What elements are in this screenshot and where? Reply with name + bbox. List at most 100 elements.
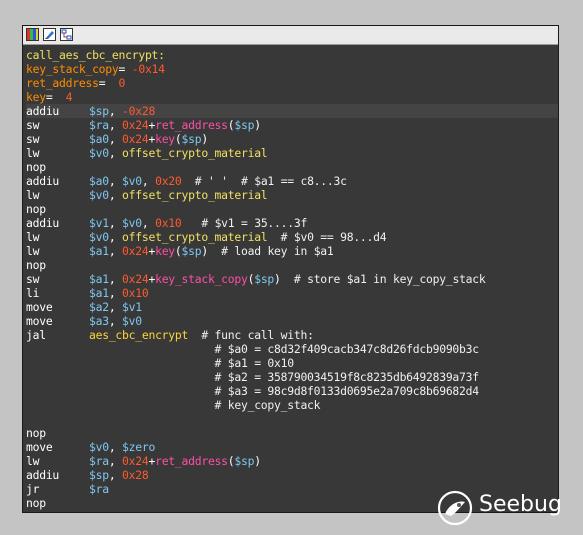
code-line[interactable]: addiu $v1, $v0, 0x10 # $v1 = 35....3f bbox=[26, 216, 558, 230]
code-line[interactable]: # key_copy_stack bbox=[26, 398, 558, 412]
code-line[interactable]: lw $v0, offset_crypto_material bbox=[26, 188, 558, 202]
code-line[interactable]: lw $ra, 0x24+ret_address($sp) bbox=[26, 454, 558, 468]
seebug-watermark: Seebug bbox=[437, 490, 567, 528]
code-line-operands: $a1, 0x24+key_stack_copy($sp) # store $a… bbox=[89, 272, 486, 286]
code-line[interactable]: key_stack_copy= -0x14 bbox=[26, 62, 558, 76]
code-token: offset_crypto_material bbox=[122, 146, 268, 160]
code-line-mnemonic: jal bbox=[26, 328, 46, 342]
code-token: 0x24 bbox=[122, 244, 149, 258]
code-line[interactable]: sw $ra, 0x24+ret_address($sp) bbox=[26, 118, 558, 132]
code-line-operands: # key_copy_stack bbox=[89, 398, 321, 412]
code-token: , bbox=[108, 286, 123, 300]
code-line-operands: $sp, 0x28 bbox=[89, 468, 149, 482]
code-token: key bbox=[155, 244, 175, 258]
code-token: addiu bbox=[26, 104, 60, 118]
code-line[interactable]: move $a3, $v0 bbox=[26, 314, 558, 328]
code-line-operands: $a0, 0x24+key($sp) bbox=[89, 132, 208, 146]
code-line-operands: $sp, -0x28 bbox=[89, 104, 155, 118]
code-line[interactable]: addiu $sp, 0x28 bbox=[26, 468, 558, 482]
code-token: $a0 bbox=[89, 132, 109, 146]
code-line-operands: # $a2 = 358790034519f8c8235db6492839a73f bbox=[89, 370, 480, 384]
code-line[interactable]: lw $v0, offset_crypto_material # $v0 == 9… bbox=[26, 230, 558, 244]
disassembly-window: call_aes_cbc_encrypt: key_stack_copy= -0x… bbox=[22, 25, 559, 513]
code-line[interactable]: lw $a1, 0x24+key($sp) # load key in $a1 bbox=[26, 244, 558, 258]
code-token: $v0 bbox=[89, 230, 109, 244]
code-line[interactable]: nop bbox=[26, 160, 558, 174]
code-token: $sp bbox=[89, 468, 109, 482]
palette-icon[interactable] bbox=[26, 28, 39, 41]
code-token: ) bbox=[254, 118, 261, 132]
code-token: # $a1 = 0x10 bbox=[89, 356, 295, 370]
code-token: # ' ' # $a1 == c8...3c bbox=[181, 174, 347, 188]
code-token: = bbox=[98, 76, 112, 90]
code-token: $v0 bbox=[122, 314, 142, 328]
code-line-operands: $v0, offset_crypto_material # $v0 == 98.… bbox=[89, 230, 387, 244]
code-line[interactable]: sw $a0, 0x24+key($sp) bbox=[26, 132, 558, 146]
code-line-mnemonic: key= 4 bbox=[26, 90, 73, 104]
disassembly-listing[interactable]: call_aes_cbc_encrypt: key_stack_copy= -0x… bbox=[26, 48, 558, 512]
code-line-mnemonic: # End of function call_aes_cbc_encrypt bbox=[26, 510, 284, 512]
code-line-mnemonic: nop bbox=[26, 202, 46, 216]
code-token: lw bbox=[26, 454, 40, 468]
code-line[interactable]: call_aes_cbc_encrypt: bbox=[26, 48, 558, 62]
code-line[interactable]: ret_address= 0 bbox=[26, 76, 558, 90]
code-token: , bbox=[108, 314, 123, 328]
code-line[interactable]: # $a2 = 358790034519f8c8235db6492839a73f bbox=[26, 370, 558, 384]
code-line-mnemonic: nop bbox=[26, 258, 46, 272]
code-token: li bbox=[26, 286, 40, 300]
code-token: ret_address bbox=[155, 454, 228, 468]
code-token: $sp bbox=[89, 104, 109, 118]
edit-pencil-icon[interactable] bbox=[43, 28, 56, 41]
code-line-operands: # $a1 = 0x10 bbox=[89, 356, 295, 370]
seebug-logo-icon bbox=[437, 490, 473, 526]
code-token: ) bbox=[274, 272, 281, 286]
code-line-operands: $v0, offset_crypto_material bbox=[89, 146, 268, 160]
code-line-operands: $a3, $v0 bbox=[89, 314, 142, 328]
code-token: 4 bbox=[59, 90, 73, 104]
code-token: # func call with: bbox=[188, 328, 314, 342]
code-line[interactable]: nop bbox=[26, 258, 558, 272]
code-token: ret_address bbox=[155, 118, 228, 132]
code-token: 0x10 bbox=[122, 286, 149, 300]
code-line-mnemonic: move bbox=[26, 314, 53, 328]
code-token: sw bbox=[26, 132, 40, 146]
code-line[interactable]: jal aes_cbc_encrypt # func call with: bbox=[26, 328, 558, 342]
code-line-operands: $v1, $v0, 0x10 # $v1 = 35....3f bbox=[89, 216, 307, 230]
code-line[interactable]: nop bbox=[26, 426, 558, 440]
code-token: nop bbox=[26, 202, 46, 216]
graph-view-icon[interactable] bbox=[60, 28, 73, 41]
code-token: , bbox=[108, 216, 123, 230]
code-token: jal bbox=[26, 328, 46, 342]
code-token: nop bbox=[26, 258, 46, 272]
code-token: -0x14 bbox=[131, 62, 165, 76]
code-line[interactable]: lw $v0, offset_crypto_material bbox=[26, 146, 558, 160]
code-line[interactable]: addiu $a0, $v0, 0x20 # ' ' # $a1 == c8...… bbox=[26, 174, 558, 188]
code-line[interactable]: sw $a1, 0x24+key_stack_copy($sp) # store … bbox=[26, 272, 558, 286]
code-line-operands: $a1, 0x24+key($sp) # load key in $a1 bbox=[89, 244, 334, 258]
code-token: $a3 bbox=[89, 314, 109, 328]
code-token: , bbox=[108, 174, 123, 188]
code-token: addiu bbox=[26, 174, 60, 188]
code-line-mnemonic: jr bbox=[26, 482, 39, 496]
code-line[interactable]: move $a2, $v1 bbox=[26, 300, 558, 314]
code-token: # $a2 = 358790034519f8c8235db6492839a73f bbox=[89, 370, 480, 384]
code-line-operands: aes_cbc_encrypt # func call with: bbox=[89, 328, 314, 342]
code-line[interactable]: move $v0, $zero bbox=[26, 440, 558, 454]
code-line[interactable]: addiu $sp, -0x28 bbox=[26, 104, 558, 118]
code-line-operands: $ra, 0x24+ret_address($sp) bbox=[89, 454, 261, 468]
code-line-operands: # $a0 = c8d32f409cacb347c8d26fdcb9090b3c bbox=[89, 342, 480, 356]
code-token: sw bbox=[26, 118, 40, 132]
code-line[interactable]: li $a1, 0x10 bbox=[26, 286, 558, 300]
code-line[interactable]: # $a3 = 98c9d8f0133d0695e2a709c8b69682d4 bbox=[26, 384, 558, 398]
code-line[interactable]: nop bbox=[26, 202, 558, 216]
code-line-operands: $a0, $v0, 0x20 # ' ' # $a1 == c8...3c bbox=[89, 174, 347, 188]
code-token: $a0 bbox=[89, 174, 109, 188]
code-line[interactable] bbox=[26, 412, 558, 426]
code-line-mnemonic: sw bbox=[26, 132, 39, 146]
code-line[interactable]: # $a0 = c8d32f409cacb347c8d26fdcb9090b3c bbox=[26, 342, 558, 356]
code-token: # key_copy_stack bbox=[89, 398, 321, 412]
code-line[interactable]: # $a1 = 0x10 bbox=[26, 356, 558, 370]
code-line[interactable]: key= 4 bbox=[26, 90, 558, 104]
code-line-operands: $a1, 0x10 bbox=[89, 286, 149, 300]
code-token: ( bbox=[174, 132, 182, 146]
